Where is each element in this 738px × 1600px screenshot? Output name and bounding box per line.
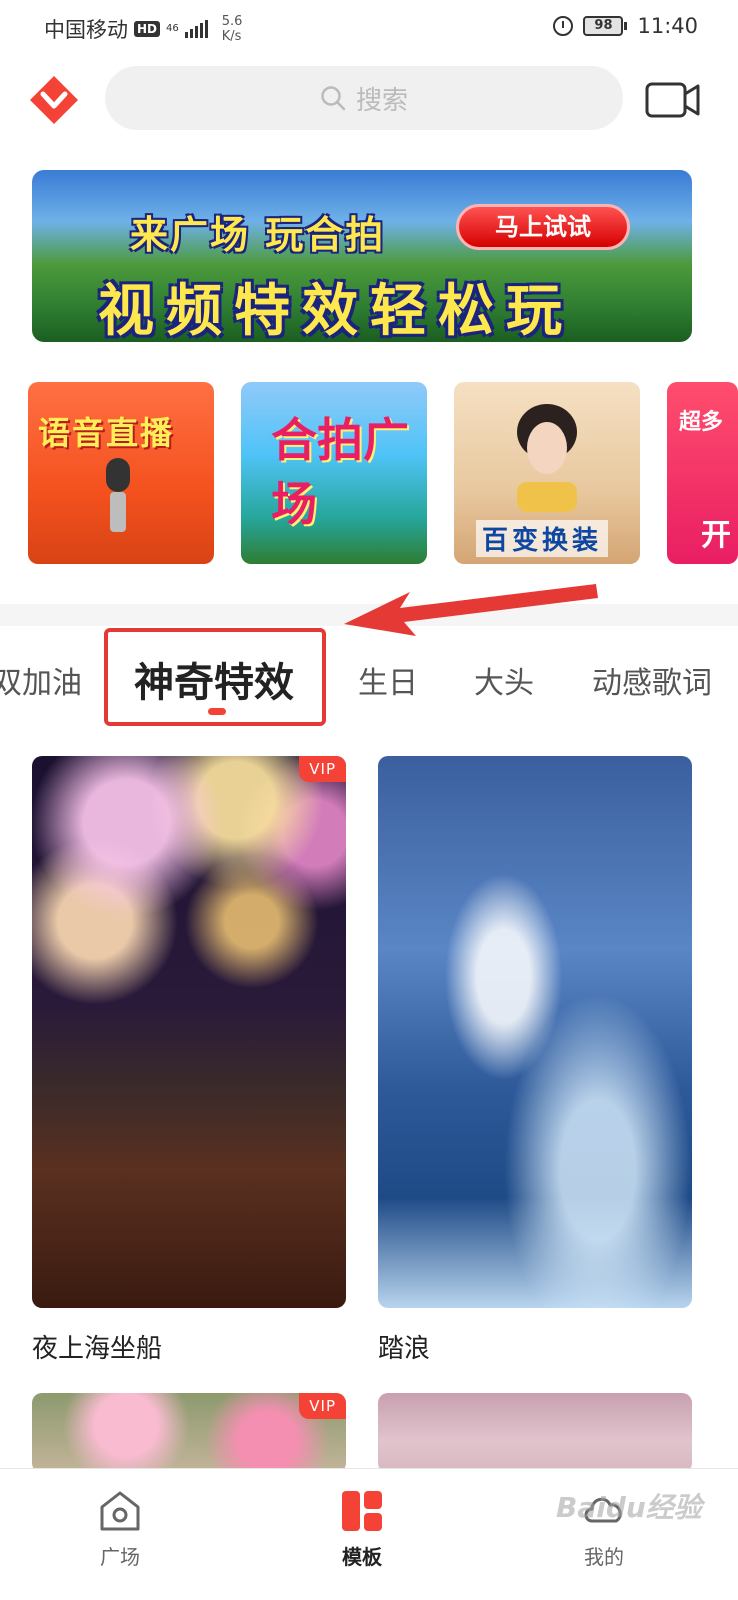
annotation-highlight-box	[104, 628, 326, 726]
network-speed-unit: K/s	[221, 29, 242, 44]
carrier-name: 中国移动	[44, 18, 128, 42]
tab-big-head[interactable]: 大头	[474, 658, 534, 702]
alarm-icon	[553, 16, 574, 36]
nav-label: 广场	[100, 1545, 140, 1569]
template-title: 踏浪	[378, 1334, 431, 1364]
portrait-image	[517, 404, 577, 512]
template-thumbnail[interactable]	[378, 1393, 692, 1473]
template-card[interactable]	[378, 1393, 692, 1473]
clock: 11:40	[637, 14, 698, 38]
nav-templates[interactable]: 模板	[302, 1487, 422, 1570]
search-input[interactable]: 搜索	[105, 66, 623, 130]
feature-tiles: 语音直播 合拍广场 百变换装 超多 开	[28, 382, 738, 564]
status-bar: 中国移动 HD 46 5.6 K/s 98 11:40	[0, 0, 738, 56]
banner-subheadline: 视频特效轻松玩	[98, 279, 574, 342]
template-title: 夜上海坐船	[32, 1334, 163, 1364]
search-icon	[321, 86, 346, 111]
template-thumbnail[interactable]: VIP	[32, 756, 346, 1308]
tab-cheer[interactable]: 双加油	[0, 658, 82, 702]
tile-label: 百变换装	[476, 520, 609, 557]
vip-badge: VIP	[299, 756, 346, 782]
plaza-icon	[100, 1491, 140, 1531]
network-type: 46	[166, 23, 179, 34]
microphone-icon	[106, 458, 130, 532]
category-tabs: 双加油 神奇特效 生日 大头 动感歌词	[0, 584, 738, 734]
network-speed: 5.6 K/s	[222, 14, 243, 44]
banner-try-button[interactable]: 马上试试	[456, 204, 630, 250]
search-placeholder: 搜索	[355, 85, 408, 116]
banner-headline: 来广场 玩合拍	[130, 213, 386, 257]
tile-label: 语音直播	[38, 414, 175, 452]
tab-dynamic-lyrics[interactable]: 动感歌词	[592, 658, 712, 702]
template-card[interactable]: 踏浪	[378, 756, 692, 1365]
nav-label: 模板	[342, 1545, 382, 1569]
vip-badge: VIP	[299, 1393, 346, 1419]
template-card[interactable]: VIP	[32, 1393, 346, 1473]
tile-label: 合拍广场	[271, 413, 409, 531]
status-left: 中国移动 HD 46 5.6 K/s	[44, 14, 242, 44]
network-speed-value: 5.6	[221, 14, 243, 29]
annotation-arrow-icon	[344, 584, 598, 636]
template-thumbnail[interactable]	[378, 756, 692, 1308]
signal-icon	[184, 20, 208, 38]
promo-banner[interactable]: 来广场 玩合拍 马上试试 视频特效轻松玩	[32, 170, 692, 342]
nav-label: 我的	[584, 1545, 624, 1569]
tile-sub-label: 开	[701, 518, 731, 553]
tile-more[interactable]: 超多 开	[667, 382, 738, 564]
app-logo-icon[interactable]	[28, 74, 80, 126]
tile-duet-plaza[interactable]: 合拍广场	[241, 382, 427, 564]
template-card[interactable]: VIP 夜上海坐船	[32, 756, 346, 1365]
nav-plaza[interactable]: 广场	[60, 1487, 180, 1570]
tile-voice-live[interactable]: 语音直播	[28, 382, 214, 564]
camera-icon[interactable]	[645, 78, 701, 120]
battery-icon: 98	[583, 16, 628, 36]
tab-birthday[interactable]: 生日	[358, 658, 418, 702]
tile-dress-up[interactable]: 百变换装	[454, 382, 640, 564]
template-thumbnail[interactable]: VIP	[32, 1393, 346, 1473]
template-icon	[342, 1491, 382, 1531]
tile-label: 超多	[679, 410, 724, 435]
battery-level: 98	[583, 16, 624, 36]
status-right: 98 11:40	[553, 14, 698, 38]
hd-badge: HD	[134, 21, 161, 37]
watermark: Baidu经验	[556, 1491, 702, 1524]
